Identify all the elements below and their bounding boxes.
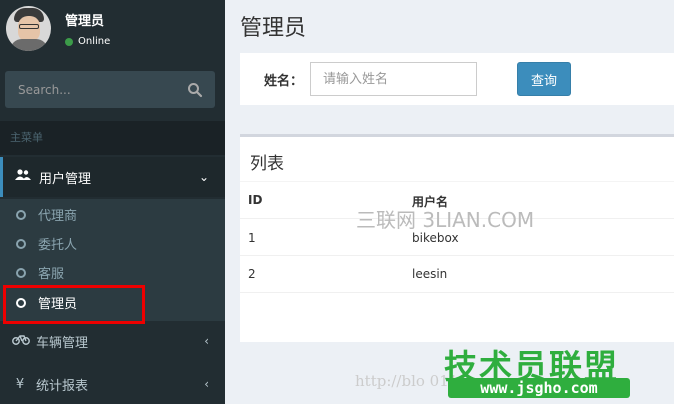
chevron-left-icon: ‹ bbox=[204, 377, 209, 391]
sidebar-subitem-support[interactable]: 客服 bbox=[0, 258, 225, 287]
sidebar-subitem-label: 委托人 bbox=[38, 238, 78, 253]
table-cell-username: bikebox bbox=[412, 231, 459, 245]
watermark-url: http://blo 011 bbox=[355, 372, 459, 390]
divider bbox=[240, 292, 674, 293]
users-icon bbox=[15, 169, 31, 185]
sidebar-item-label: 车辆管理 bbox=[36, 335, 89, 351]
chevron-left-icon: ‹ bbox=[204, 334, 209, 348]
circle-icon bbox=[16, 238, 26, 249]
divider bbox=[240, 255, 674, 256]
sidebar-subitem-label: 代理商 bbox=[38, 209, 78, 224]
sidebar-item-label: 统计报表 bbox=[36, 378, 89, 394]
sidebar-subitem-agent[interactable]: 代理商 bbox=[0, 200, 225, 229]
avatar[interactable] bbox=[6, 6, 51, 51]
bicycle-icon bbox=[12, 333, 30, 349]
search-icon[interactable] bbox=[187, 82, 203, 98]
yen-icon: ¥ bbox=[15, 376, 25, 392]
circle-icon bbox=[16, 267, 26, 278]
circle-icon bbox=[16, 209, 26, 220]
watermark-sanlian: 三联网 3LIAN.COM bbox=[356, 208, 535, 232]
user-status: Online bbox=[65, 36, 110, 47]
watermark-site: www.jsgho.com bbox=[448, 378, 630, 398]
user-name: 管理员 bbox=[65, 14, 105, 29]
online-status-icon bbox=[65, 37, 73, 46]
table-cell-id: 1 bbox=[248, 231, 256, 245]
user-status-label: Online bbox=[78, 36, 111, 47]
table-cell-username: leesin bbox=[412, 267, 448, 281]
query-button[interactable]: 查询 bbox=[517, 62, 571, 96]
user-panel: 管理员 Online bbox=[0, 0, 225, 62]
menu-header: 主菜单 bbox=[0, 121, 225, 155]
sidebar-subitem-label: 客服 bbox=[38, 267, 65, 282]
highlight-annotation bbox=[3, 285, 145, 324]
sidebar-search-input[interactable] bbox=[5, 71, 180, 108]
column-header-id: ID bbox=[248, 193, 263, 207]
name-field-label: 姓名： bbox=[264, 74, 304, 89]
divider bbox=[240, 181, 674, 182]
sidebar-subitem-client[interactable]: 委托人 bbox=[0, 229, 225, 258]
table-cell-id: 2 bbox=[248, 267, 256, 281]
sidebar-item-user-management[interactable]: 用户管理 ⌄ bbox=[0, 157, 225, 197]
sidebar-item-vehicle-management[interactable]: 车辆管理 ‹ bbox=[0, 321, 225, 361]
sidebar: 管理员 Online 主菜单 用户管理 ⌄ 代理商 委托人 客服 bbox=[0, 0, 225, 404]
sidebar-item-statistics[interactable]: ¥ 统计报表 ‹ bbox=[0, 364, 225, 404]
name-input[interactable] bbox=[310, 62, 477, 96]
sidebar-item-label: 用户管理 bbox=[39, 171, 92, 187]
chevron-down-icon: ⌄ bbox=[198, 170, 209, 184]
list-title: 列表 bbox=[250, 154, 284, 174]
sidebar-search bbox=[5, 71, 215, 108]
page-title: 管理员 bbox=[240, 16, 307, 41]
list-panel: 列表 ID 用户名 1 bikebox 2 leesin bbox=[240, 134, 674, 342]
search-panel: 姓名： 查询 bbox=[240, 53, 674, 105]
